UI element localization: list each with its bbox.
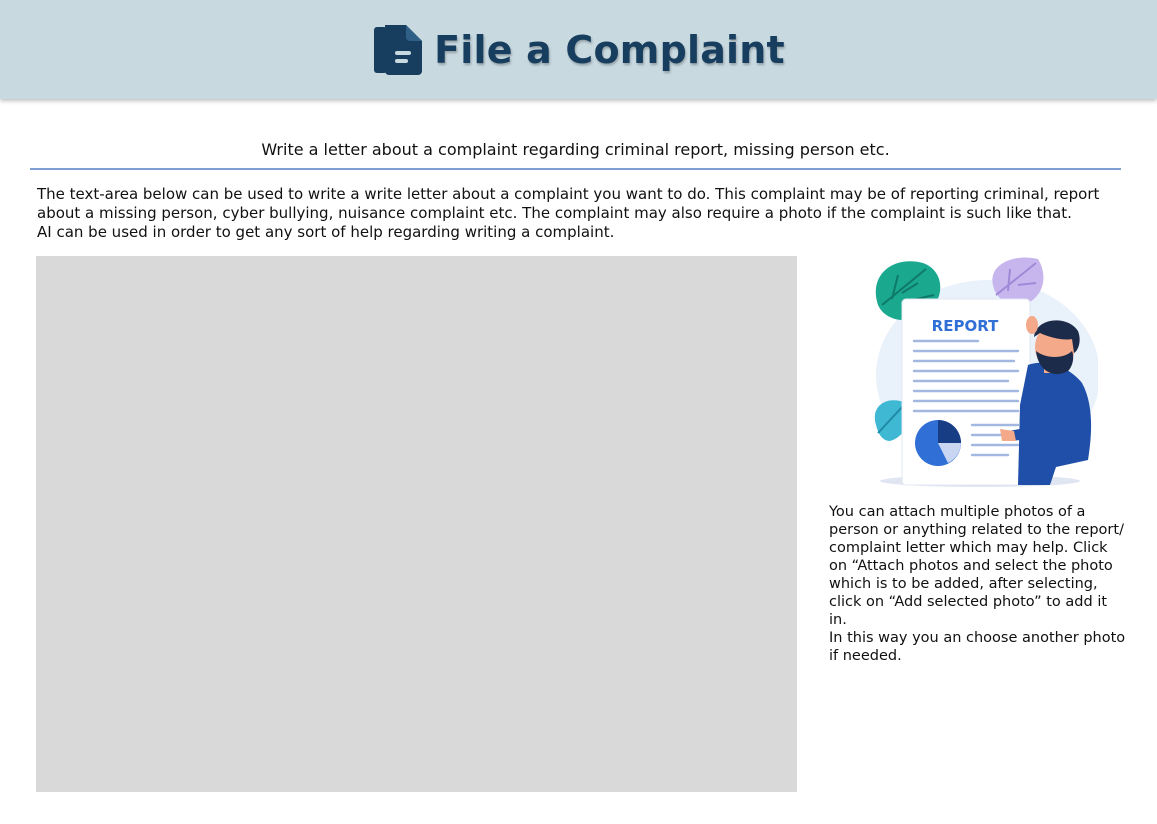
instruction-line: click on “Add selected photo” to add it …: [829, 594, 1108, 628]
complaint-letter-textarea[interactable]: [36, 256, 797, 792]
instruction-line: In this way you an choose another photo: [829, 630, 1126, 646]
intro-line: The text-area below can be used to write…: [37, 185, 1100, 203]
divider: [30, 168, 1121, 170]
brand: File a Complaint: [372, 23, 785, 77]
app-header: File a Complaint: [0, 0, 1157, 99]
photo-instructions: You can attach multiple photos of a pers…: [829, 503, 1129, 665]
instruction-line: person or anything related to the report…: [829, 522, 1124, 538]
instruction-line: You can attach multiple photos of a: [829, 504, 1086, 520]
instruction-line: on “Attach photos and select the photo: [829, 558, 1113, 574]
report-label: REPORT: [932, 317, 999, 335]
instruction-line: which is to be added, after selecting,: [829, 576, 1098, 592]
report-illustration: REPORT: [874, 257, 1098, 487]
page-title: File a Complaint: [434, 27, 785, 72]
instruction-line: if needed.: [829, 648, 902, 664]
instruction-line: complaint letter which may help. Click: [829, 540, 1108, 556]
section-subtitle: Write a letter about a complaint regardi…: [261, 140, 890, 159]
pie-chart-icon: [915, 420, 961, 466]
intro-line: about a missing person, cyber bullying, …: [37, 204, 1072, 222]
intro-line: AI can be used in order to get any sort …: [37, 223, 615, 241]
document-icon: [374, 24, 423, 75]
intro-text: The text-area below can be used to write…: [37, 185, 1117, 242]
